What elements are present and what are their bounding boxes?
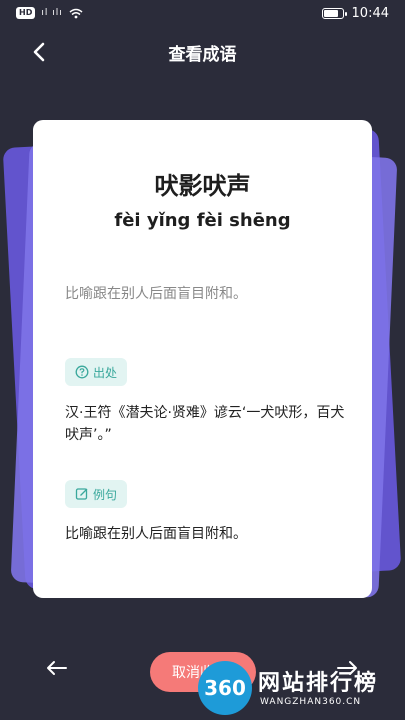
watermark-site-name: 网站排行榜: [258, 671, 379, 696]
watermark-url: WANGZHAN360.CN: [260, 697, 362, 707]
battery-level: [323, 10, 338, 17]
source-tag: 出处: [65, 358, 128, 386]
edit-icon: [75, 488, 88, 500]
idiom-title: 吠影吠声: [154, 172, 251, 200]
example-text: 比喻跟在别人后面盲目附和。: [65, 526, 247, 542]
wifi-icon: [69, 8, 83, 18]
source-text: 汉·王符《潜夫论·贤难》谚云‘一犬吠形，百犬吠声’。”: [65, 405, 345, 443]
prev-button[interactable]: [44, 658, 70, 678]
source-tag-label: 出处: [93, 365, 118, 380]
status-right: 10:44: [321, 6, 389, 21]
watermark: 360 网站排行榜 WANGZHAN360.CN: [198, 655, 405, 720]
idiom-pinyin: fèi yǐng fèi shēng: [114, 210, 291, 231]
arrow-left-icon: [47, 661, 67, 675]
idiom-meaning: 比喻跟在别人后面盲目附和。: [65, 286, 247, 302]
idiom-card: 吠影吠声 fèi yǐng fèi shēng 比喻跟在别人后面盲目附和。 出处…: [33, 120, 372, 598]
hd-badge: HD: [16, 7, 36, 19]
status-left: HD ıl ılı: [16, 7, 83, 19]
page-title: 查看成语: [168, 45, 237, 65]
status-time: 10:44: [351, 6, 389, 21]
status-bar: HD ıl ılı 10:44: [0, 0, 405, 28]
question-circle-icon: [75, 365, 89, 379]
example-tag: 例句: [65, 480, 128, 508]
signal-icon: ıl ılı: [41, 8, 63, 18]
watermark-logo: 360: [198, 661, 252, 715]
battery-icon: [321, 8, 347, 19]
nav-bar: 查看成语: [0, 30, 405, 74]
example-tag-label: 例句: [93, 487, 118, 502]
